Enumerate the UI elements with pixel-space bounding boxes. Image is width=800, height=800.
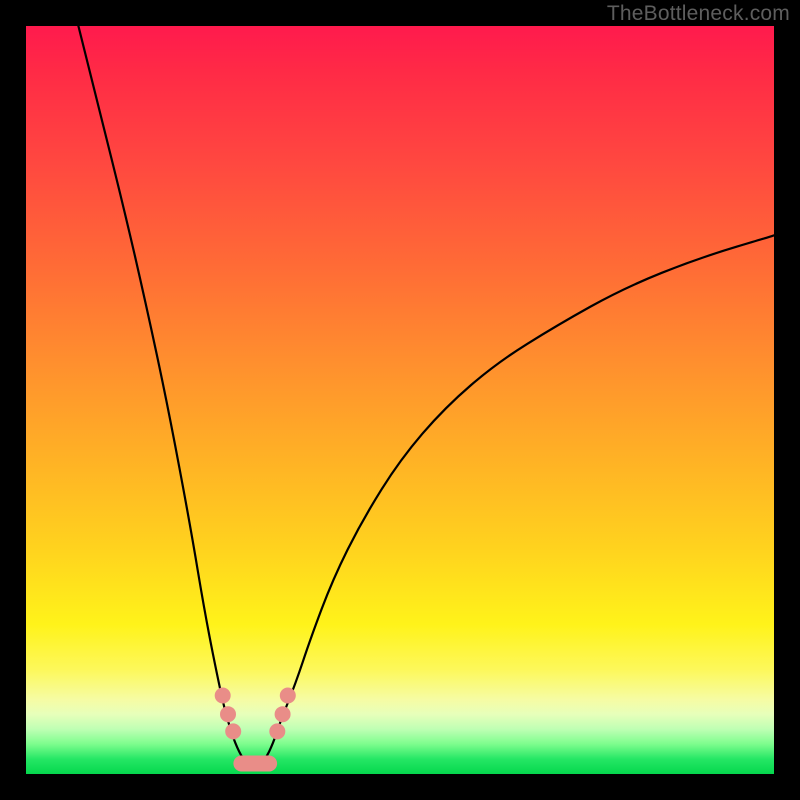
curve-svg [26, 26, 774, 774]
marker-dot [220, 706, 236, 722]
marker-dot [275, 706, 291, 722]
highlighted-markers [215, 688, 296, 772]
marker-dot [215, 688, 231, 704]
plot-area [26, 26, 774, 774]
watermark-text: TheBottleneck.com [607, 2, 790, 26]
marker-dot [280, 688, 296, 704]
marker-dot [225, 723, 241, 739]
outer-frame: TheBottleneck.com [0, 0, 800, 800]
marker-dot [269, 723, 285, 739]
bottleneck-curve [78, 26, 774, 767]
marker-pill [233, 756, 277, 772]
